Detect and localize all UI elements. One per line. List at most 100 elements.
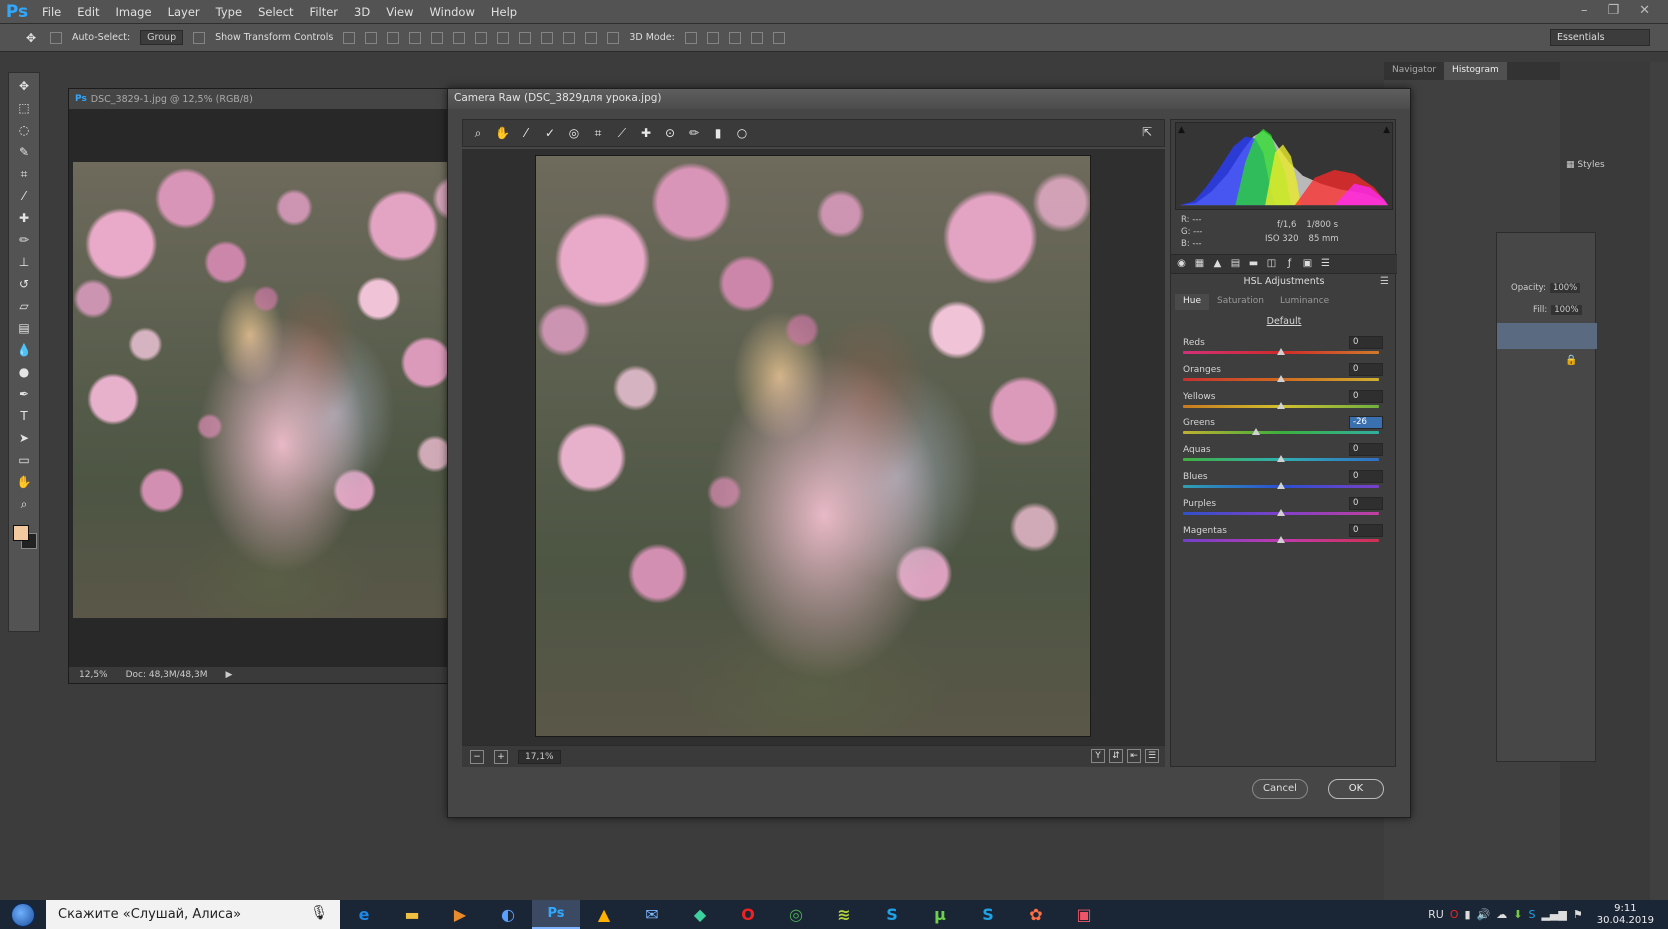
styles-item[interactable]: ▦ Styles (1560, 154, 1650, 176)
align-right-icon[interactable] (453, 31, 466, 44)
slider-greens[interactable]: Greens -26 (1183, 416, 1383, 444)
download-icon[interactable]: ⬇ (1513, 908, 1522, 921)
clone-stamp-icon[interactable]: ⊥ (15, 255, 33, 269)
align-left-icon[interactable] (409, 31, 422, 44)
workspace-dropdown[interactable]: Essentials (1550, 29, 1650, 46)
layer-row-selected[interactable] (1497, 323, 1597, 349)
slider-reds[interactable]: Reds 0 (1183, 336, 1383, 364)
move-tool-icon[interactable]: ✥ (22, 31, 40, 45)
tab-saturation[interactable]: Saturation (1209, 294, 1272, 310)
graduated-filter-icon[interactable]: ▮ (711, 126, 725, 140)
skype-icon-b[interactable]: S (964, 900, 1012, 929)
taskbar-search-box[interactable]: Скажите «Слушай, Алиса» 🎙 (46, 900, 340, 929)
hand-icon[interactable]: ✋ (15, 475, 33, 489)
network-icon[interactable]: ▂▄▆ (1541, 908, 1566, 921)
tab-navigator[interactable]: Navigator (1384, 62, 1444, 80)
slider-thumb[interactable] (1277, 374, 1285, 382)
3d-roll-icon[interactable] (706, 31, 719, 44)
distribute-left-icon[interactable] (541, 31, 554, 44)
slider-track[interactable] (1183, 431, 1379, 435)
slider-value-input[interactable]: -26 (1349, 416, 1383, 430)
menu-layer[interactable]: Layer (160, 0, 208, 24)
toggle-settings-icon[interactable]: ☰ (1145, 749, 1159, 763)
app-generic-icon[interactable]: ◐ (484, 900, 532, 929)
move-icon[interactable]: ✥ (15, 79, 33, 93)
aimp-icon[interactable]: ▲ (580, 900, 628, 929)
cancel-button[interactable]: Cancel (1252, 779, 1308, 799)
slider-value-input[interactable]: 0 (1349, 496, 1383, 510)
align-top-icon[interactable] (343, 31, 356, 44)
document-tab[interactable]: Ps DSC_3829-1.jpg @ 12,5% (RGB/8) (69, 89, 477, 109)
slider-thumb[interactable] (1251, 428, 1260, 436)
vpn-icon[interactable]: ◆ (676, 900, 724, 929)
network-app-icon[interactable]: ≋ (820, 900, 868, 929)
3d-scale-icon[interactable] (772, 31, 785, 44)
menu-type[interactable]: Type (208, 0, 250, 24)
slider-purples[interactable]: Purples 0 (1183, 496, 1383, 525)
red-eye-icon[interactable]: ⊙ (663, 126, 677, 140)
opacity-value[interactable]: 100% (1549, 283, 1581, 293)
document-canvas[interactable] (73, 162, 475, 618)
hand-tool-icon[interactable]: ✋ (495, 126, 510, 140)
menu-select[interactable]: Select (250, 0, 301, 24)
distribute-middle-icon[interactable] (497, 31, 510, 44)
skype-tray-icon[interactable]: S (1528, 908, 1535, 921)
slider-thumb[interactable] (1277, 401, 1285, 409)
copy-settings-icon[interactable]: ⇤ (1127, 749, 1141, 763)
before-after-icon[interactable]: Y (1091, 749, 1105, 763)
distribute-center-icon[interactable] (563, 31, 576, 44)
tab-histogram[interactable]: Histogram (1444, 62, 1507, 80)
swap-settings-icon[interactable]: ⇵ (1109, 749, 1123, 763)
auto-select-checkbox[interactable] (50, 31, 62, 44)
media-player-icon[interactable]: ▶ (436, 900, 484, 929)
camera-calibration-icon[interactable]: ▣ (1301, 258, 1314, 270)
menu-edit[interactable]: Edit (69, 0, 107, 24)
eyedropper-icon[interactable]: ⁄ (15, 189, 33, 203)
photoshop-taskbar-icon[interactable]: Ps (532, 900, 580, 929)
tone-curve-icon[interactable]: ▦ (1193, 258, 1206, 270)
crop-icon[interactable]: ⌗ (15, 167, 33, 181)
slider-thumb[interactable] (1277, 535, 1285, 543)
menu-view[interactable]: View (378, 0, 421, 24)
slider-oranges[interactable]: Oranges 0 (1183, 362, 1383, 391)
distribute-bottom-icon[interactable] (519, 31, 532, 44)
3d-slide-icon[interactable] (750, 31, 763, 44)
zoom-tool-icon[interactable]: ⌕ (471, 126, 485, 140)
adjustment-brush-icon[interactable]: ✏ (687, 126, 701, 140)
slider-value-input[interactable]: 0 (1349, 336, 1383, 349)
radial-filter-icon[interactable]: ○ (735, 126, 749, 140)
zoom-level[interactable]: 12,5% (79, 670, 108, 680)
menu-filter[interactable]: Filter (302, 0, 346, 24)
hsl-grayscale-icon[interactable]: ▤ (1229, 258, 1242, 270)
white-balance-icon[interactable]: ⁄ (519, 126, 533, 140)
cloud-icon[interactable]: ☁ (1496, 908, 1507, 921)
slider-value-input[interactable]: 0 (1349, 523, 1383, 537)
lens-corrections-icon[interactable]: ◫ (1265, 258, 1278, 270)
open-preferences-icon[interactable]: ⇱ (1142, 125, 1152, 139)
presets-icon[interactable]: ☰ (1319, 258, 1332, 270)
slider-thumb[interactable] (1277, 348, 1285, 355)
menu-help[interactable]: Help (483, 0, 525, 24)
straighten-icon[interactable]: ⟋ (615, 126, 629, 140)
tray-opera-icon[interactable]: O (1450, 908, 1459, 921)
minimize-icon[interactable]: – (1581, 0, 1588, 22)
spot-removal-icon[interactable]: ✚ (639, 126, 653, 140)
history-brush-icon[interactable]: ↺ (15, 277, 33, 291)
chrome-icon[interactable]: ◎ (772, 900, 820, 929)
color-app-icon[interactable]: ✿ (1012, 900, 1060, 929)
zoom-out-button[interactable]: − (470, 749, 484, 764)
start-button[interactable] (0, 900, 46, 929)
shadow-clip-warning-icon[interactable]: ▲ (1178, 125, 1185, 135)
blur-icon[interactable]: 💧 (15, 343, 33, 357)
effects-icon[interactable]: ƒ (1283, 258, 1296, 270)
ok-button[interactable]: OK (1328, 779, 1384, 799)
photo-app-icon[interactable]: ▣ (1060, 900, 1108, 929)
split-toning-icon[interactable]: ▬ (1247, 258, 1260, 270)
pen-icon[interactable]: ✒ (15, 387, 33, 401)
skype-icon-a[interactable]: S (868, 900, 916, 929)
file-explorer-icon[interactable]: ▬ (388, 900, 436, 929)
align-bottom-icon[interactable] (387, 31, 400, 44)
show-transform-checkbox[interactable] (193, 31, 206, 44)
default-link[interactable]: Default (1171, 316, 1397, 327)
slider-value-input[interactable]: 0 (1349, 470, 1383, 483)
